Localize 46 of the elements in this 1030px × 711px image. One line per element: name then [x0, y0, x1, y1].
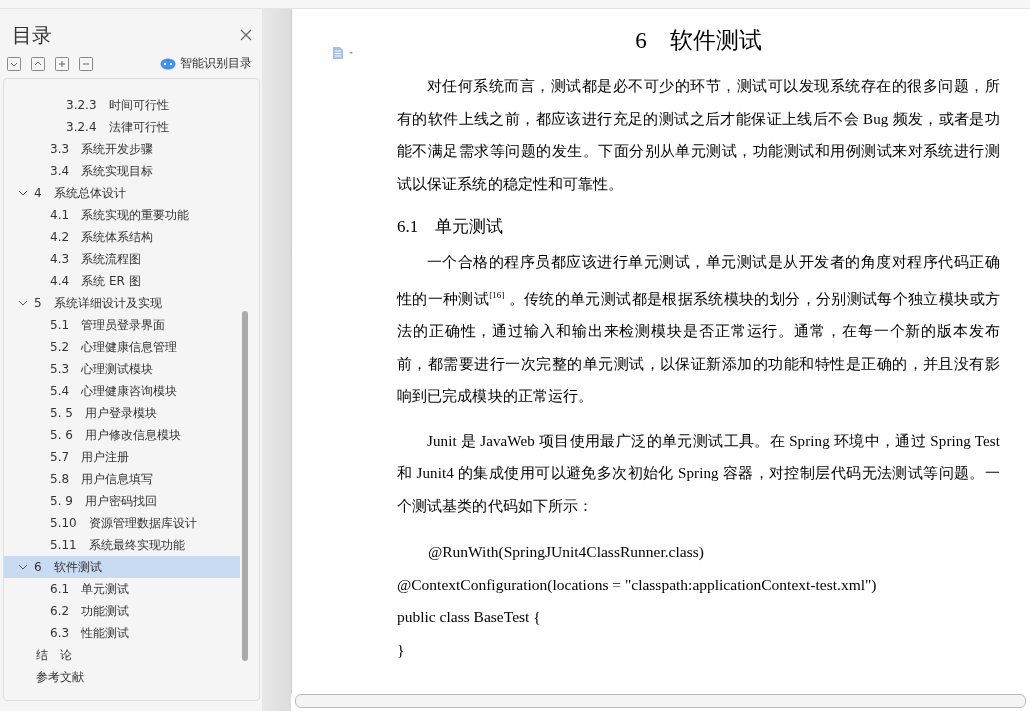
toc-item[interactable]: 参考文献: [4, 666, 240, 688]
toc-item[interactable]: 6.1 单元测试: [4, 578, 240, 600]
toc-item[interactable]: 3.2.4 法律可行性: [4, 116, 240, 138]
toc-item[interactable]: 4 系统总体设计: [4, 182, 240, 204]
paragraph: 对任何系统而言，测试都是必不可少的环节，测试可以发现系统存在的很多问题，所有的软件上线之前，都应该进行充足的测试之后才能保证上线后不会 Bug 频发，或者是功能不满足需求等问题的发生。下面分别从单元测试，功能测试和用例测试来对系统进行测试以保证系统的稳定性和可靠性。: [397, 77, 1000, 194]
toc-item[interactable]: 3.3 系统开发步骤: [4, 138, 240, 160]
toc-item[interactable]: 4.1 系统实现的重要功能: [4, 204, 240, 226]
collapse-all-icon[interactable]: [31, 56, 45, 71]
code-line: }: [397, 639, 406, 660]
toc-item[interactable]: 5. 9 用户密码找回: [4, 490, 240, 512]
toc-item[interactable]: 6 软件测试: [4, 556, 240, 578]
robot-face-icon: [160, 57, 176, 70]
paragraph: 一个合格的程序员都应该进行单元测试，单元测试是从开发者的角度对程序代码正确性的一种测试$^{[16]}$ 。传统的单元测试都是根据系统模块的划分，分别测试每个独立模块或方法的正确性，通过输入和输出来检测模块是否正常运行。通常，在每一个新的版本发布前，都需要进行一次完整的单元测试，以保证新添加的功能和特性是正确的，并且没有影响到已完成模块的正常运行。: [397, 253, 1000, 406]
toc-item[interactable]: 5. 5 用户登录模块: [4, 402, 240, 424]
toc-item[interactable]: 5.3 心理测试模块: [4, 358, 240, 380]
section-heading: 6.1 单元测试: [397, 216, 505, 238]
toc-item[interactable]: 结 论: [4, 644, 240, 666]
toc-item[interactable]: 5.11 系统最终实现功能: [4, 534, 240, 556]
toc-item[interactable]: 5.7 用户注册: [4, 446, 240, 468]
toc-item[interactable]: 3.4 系统实现目标: [4, 160, 240, 182]
close-icon[interactable]: [240, 29, 252, 41]
toc-item[interactable]: 5.10 资源管理数据库设计: [4, 512, 240, 534]
toc-item[interactable]: 4.4 系统 ER 图: [4, 270, 240, 292]
toc-item[interactable]: 5.1 管理员登录界面: [4, 314, 240, 336]
panel-title: 目录: [12, 21, 52, 49]
code-line: public class BaseTest {: [397, 607, 542, 627]
paragraph: Junit 是 JavaWeb 项目使用最广泛的单元测试工具。在 Spring 环境中，通过 Spring Test 和 Junit4 的集成使用可以避免多次初始化 Spring 容器，对控制层代码无法测试等问题。一个测试基类的代码如下所示：: [397, 431, 1000, 516]
toc-item[interactable]: 5 系统详细设计及实现: [4, 292, 240, 314]
toc-item[interactable]: 4.2 系统体系结构: [4, 226, 240, 248]
code-line: @ContextConfiguration(locations = "classpath:applicationContext-test.xml"): [397, 574, 878, 595]
smart-toc-button[interactable]: 智能识别目录: [160, 55, 252, 72]
toc-item[interactable]: 5.2 心理健康信息管理: [4, 336, 240, 358]
toc-item[interactable]: 4.3 系统流程图: [4, 248, 240, 270]
toc-item[interactable]: 5.8 用户信息填写: [4, 468, 240, 490]
toc-item[interactable]: 5. 6 用户修改信息模块: [4, 424, 240, 446]
toc-item[interactable]: 5.4 心理健康咨询模块: [4, 380, 240, 402]
toc-item[interactable]: 6.2 功能测试: [4, 600, 240, 622]
scrollbar-thumb[interactable]: [242, 311, 248, 661]
plus-icon[interactable]: [55, 56, 69, 71]
chapter-heading: 6 软件测试: [634, 27, 763, 55]
expand-all-icon[interactable]: [7, 56, 21, 71]
toc-item[interactable]: 6.3 性能测试: [4, 622, 240, 644]
code-line: @RunWith(SpringJUnit4ClassRunner.class): [427, 542, 705, 562]
horizontal-scrollbar[interactable]: [295, 694, 1026, 708]
minus-icon[interactable]: [79, 56, 93, 71]
toc-item[interactable]: 3.2.3 时间可行性: [4, 94, 240, 116]
